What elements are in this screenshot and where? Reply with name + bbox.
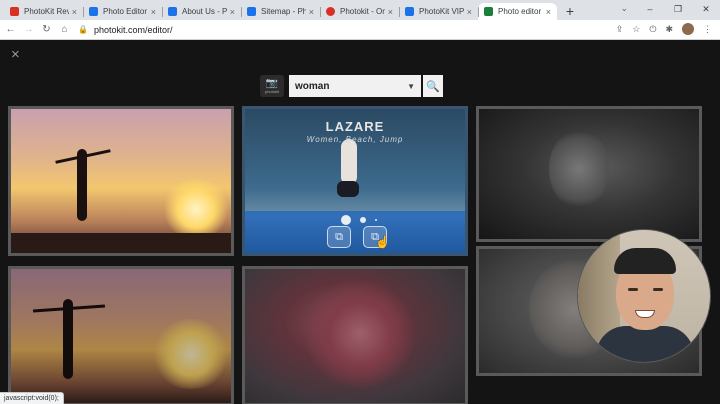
presenter-eye [653, 288, 663, 291]
image-result-card[interactable] [8, 266, 234, 404]
tab-title: Photokit - Onli [340, 7, 385, 16]
image-result-card[interactable] [476, 106, 702, 242]
tab-close-icon[interactable]: × [309, 7, 314, 17]
browser-tab[interactable]: Photokit - Onli × [320, 3, 399, 20]
sun-glow [161, 179, 231, 239]
tab-close-icon[interactable]: × [72, 7, 77, 17]
link-status-bar: javascript:void(0); [0, 392, 64, 404]
image-result-card[interactable] [8, 106, 234, 256]
tab-favicon-icon [326, 7, 335, 16]
tab-close-icon[interactable]: × [546, 7, 551, 17]
image-result-card-hovered[interactable]: LAZARE Women, Beach, Jump ⧉ ⧉ ☝ [242, 106, 468, 256]
tab-favicon-icon [484, 7, 493, 16]
presenter-body [596, 326, 694, 362]
loading-dot [375, 219, 377, 221]
home-button[interactable]: ⌂ [57, 24, 72, 35]
tab-close-icon[interactable]: × [151, 7, 156, 17]
profile-avatar[interactable] [682, 23, 694, 35]
tab-title: About Us - Pho [182, 7, 227, 16]
power-icon[interactable]: ⏻ [649, 24, 656, 35]
address-bar[interactable]: 🔒 photokit.com/editor/ [78, 22, 603, 37]
image-result-card[interactable] [242, 266, 468, 404]
beach-ground [11, 233, 231, 253]
browser-tab[interactable]: PhotoKit VIP ( × [399, 3, 478, 20]
tab-title: PhotoKit VIP ( [419, 7, 464, 16]
image-icon: ⧉ [335, 230, 343, 243]
tab-title: Sitemap - Phot [261, 7, 306, 16]
jumping-woman-figure [341, 139, 357, 185]
open-as-background-button[interactable]: ⧉ [327, 226, 351, 248]
image-author-title: LAZARE [325, 119, 385, 134]
tab-title: Photo editor - [498, 7, 543, 16]
search-icon: 🔍 [426, 80, 440, 93]
share-icon[interactable]: ⇪ [616, 24, 624, 35]
loading-dot [360, 217, 366, 223]
tab-title: Photo Editor | [103, 7, 148, 16]
back-button[interactable]: ← [3, 24, 18, 35]
dim-overlay [245, 269, 465, 403]
photokit-logo: 📷 photokit [260, 75, 284, 97]
tab-close-icon[interactable]: × [388, 7, 393, 17]
close-window-button[interactable]: ✕ [692, 0, 720, 20]
webcam-presenter-overlay [577, 229, 711, 363]
tab-favicon-icon [168, 7, 177, 16]
browser-tab[interactable]: PhotoKit Revie × [4, 3, 83, 20]
search-input[interactable]: woman ▼ [289, 75, 421, 97]
search-input-value: woman [295, 80, 330, 92]
browser-tab[interactable]: Photo Editor | × [83, 3, 162, 20]
tab-close-icon[interactable]: × [467, 7, 472, 17]
tab-favicon-icon [10, 7, 19, 16]
tab-close-icon[interactable]: × [230, 7, 235, 17]
dim-overlay [479, 109, 699, 239]
tab-title: PhotoKit Revie [24, 7, 69, 16]
toolbar-actions: ⇪ ☆ ⏻ ✱ ⋮ [616, 23, 712, 35]
extensions-puzzle-icon[interactable]: ✱ [665, 24, 673, 35]
image-search-bar: 📷 photokit woman ▼ 🔍 [260, 75, 443, 97]
browser-tab[interactable]: Sitemap - Phot × [241, 3, 320, 20]
tab-favicon-icon [247, 7, 256, 16]
loading-dots [341, 215, 377, 225]
window-controls: – ❐ ✕ [636, 0, 720, 20]
logo-label: photokit [264, 88, 279, 94]
loading-dot [341, 215, 351, 225]
new-tab-button[interactable]: + [561, 3, 579, 20]
lock-icon: 🔒 [78, 25, 88, 34]
tab-favicon-icon [89, 7, 98, 16]
dim-overlay [11, 269, 231, 403]
browser-toolbar: ← → ↻ ⌂ 🔒 photokit.com/editor/ ⇪ ☆ ⏻ ✱ ⋮ [0, 20, 720, 40]
tab-favicon-icon [405, 7, 414, 16]
presenter-eye [628, 288, 638, 291]
browser-tab-strip: PhotoKit Revie × Photo Editor | × About … [0, 0, 720, 20]
chevron-down-icon[interactable]: ▼ [407, 82, 415, 91]
tab-search-icon[interactable]: ⌄ [620, 3, 628, 14]
forward-button[interactable]: → [21, 24, 36, 35]
image-tags: Women, Beach, Jump [306, 135, 404, 144]
jumping-woman-legs [337, 181, 359, 197]
browser-tab-active[interactable]: Photo editor - × [478, 3, 557, 20]
menu-kebab-icon[interactable]: ⋮ [703, 24, 712, 35]
url-text: photokit.com/editor/ [93, 24, 173, 35]
minimize-button[interactable]: – [636, 0, 664, 20]
reload-button[interactable]: ↻ [39, 24, 54, 35]
restore-button[interactable]: ❐ [664, 0, 692, 20]
close-editor-icon[interactable]: × [11, 46, 20, 63]
search-button[interactable]: 🔍 [423, 75, 443, 97]
silhouette-figure [77, 149, 87, 221]
bookmark-star-icon[interactable]: ☆ [632, 24, 640, 35]
hand-cursor-icon: ☝ [375, 235, 390, 249]
browser-tab[interactable]: About Us - Pho × [162, 3, 241, 20]
presenter-hair [614, 248, 676, 274]
camera-icon: 📷 [265, 77, 279, 89]
